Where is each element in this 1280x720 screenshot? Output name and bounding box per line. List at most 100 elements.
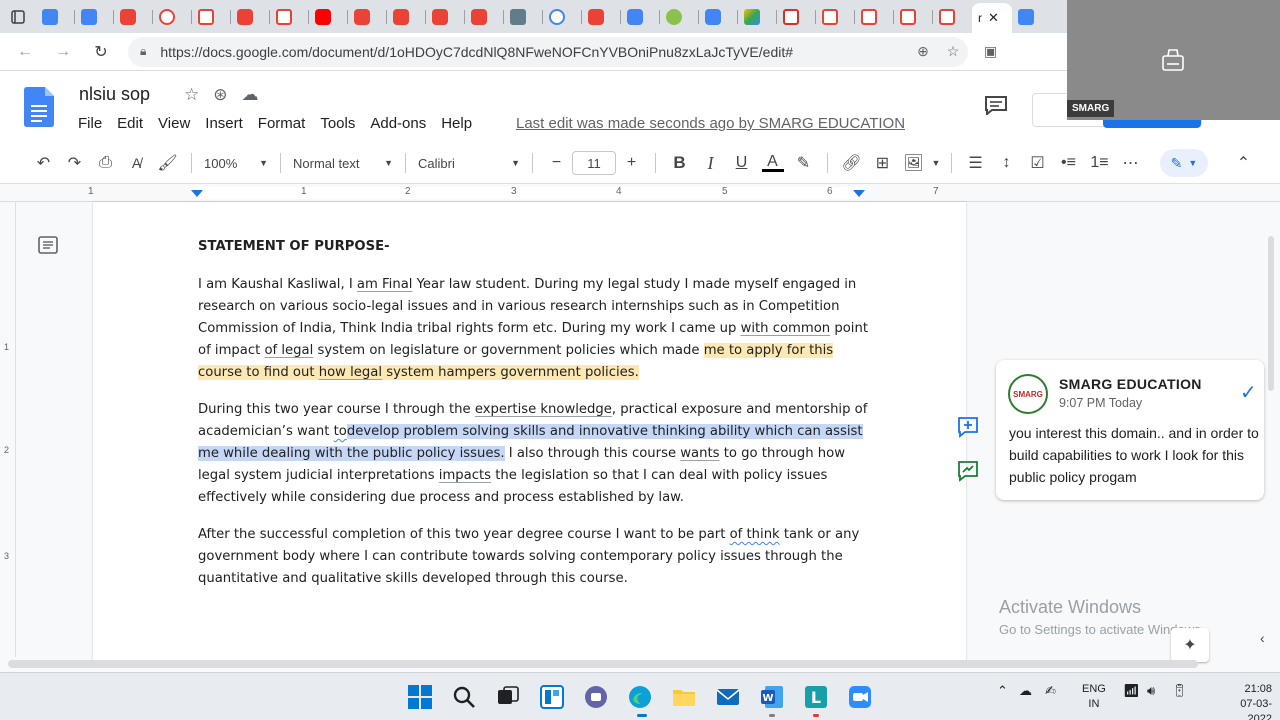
weather-cloud-icon[interactable]: ☁ — [1019, 683, 1032, 699]
undo-icon[interactable]: ↶ — [28, 149, 59, 177]
paragraph-1[interactable]: I am Kaushal Kasliwal, I am Final Year l… — [198, 274, 868, 384]
browser-tab[interactable] — [465, 4, 504, 30]
search-icon[interactable] — [451, 684, 477, 710]
comment-history-icon[interactable] — [984, 95, 1008, 115]
tab-actions-icon[interactable] — [8, 7, 28, 27]
last-edit-link[interactable]: Last edit was made seconds ago by SMARG … — [516, 115, 905, 132]
menu-insert[interactable]: Insert — [205, 115, 243, 132]
comment-card[interactable]: SMARG SMARG EDUCATION 9:07 PM Today ✓ yo… — [996, 360, 1264, 500]
line-spacing-icon[interactable]: ↕ — [991, 149, 1022, 177]
url-text[interactable]: https://docs.google.com/document/d/1oHDO… — [160, 44, 908, 60]
add-comment-icon[interactable] — [956, 415, 980, 439]
align-icon[interactable]: ☰ — [960, 149, 991, 177]
paragraph-2[interactable]: During this two year course I through th… — [198, 399, 868, 509]
decrease-font-size-button[interactable]: − — [541, 149, 572, 177]
browser-tab[interactable] — [309, 4, 348, 30]
browser-tab[interactable] — [816, 4, 855, 30]
bookmark-star-icon[interactable]: ☆ — [938, 43, 968, 60]
browser-tab[interactable] — [426, 4, 465, 30]
system-clock[interactable]: 21:08 07-03-2022 — [1226, 682, 1272, 720]
browser-tab[interactable] — [75, 4, 114, 30]
language-indicator[interactable]: ENG IN — [1082, 682, 1106, 712]
browser-tab[interactable] — [933, 4, 972, 30]
back-arrow-icon[interactable]: ← — [12, 39, 38, 65]
forward-arrow-icon[interactable]: → — [50, 39, 76, 65]
highlight-pen-icon[interactable]: ✎ — [788, 149, 819, 177]
document-title[interactable]: nlsiu sop — [79, 84, 150, 105]
pen-input-icon[interactable]: ✍︎ — [1045, 683, 1056, 699]
explore-button[interactable]: ✦ — [1171, 628, 1209, 662]
side-panel-toggle-icon[interactable]: ‹ — [1260, 630, 1265, 646]
paragraph-3[interactable]: After the successful completion of this … — [198, 524, 868, 590]
editing-mode-button[interactable]: ✎ ▼ — [1160, 149, 1208, 177]
menu-tools[interactable]: Tools — [320, 115, 355, 132]
task-view-icon[interactable] — [495, 684, 521, 710]
text-color-button[interactable]: A — [757, 149, 788, 177]
checklist-icon[interactable]: ☑ — [1022, 149, 1053, 177]
print-icon[interactable]: ⎙ — [90, 149, 121, 177]
browser-tab[interactable] — [777, 4, 816, 30]
numbered-list-icon[interactable]: 1≡ — [1084, 149, 1115, 177]
menu-edit[interactable]: Edit — [117, 115, 143, 132]
browser-tab[interactable] — [699, 4, 738, 30]
menu-help[interactable]: Help — [441, 115, 472, 132]
reload-icon[interactable]: ↻ — [88, 39, 114, 65]
browser-tab[interactable] — [231, 4, 270, 30]
document-body[interactable]: STATEMENT OF PURPOSE- I am Kaushal Kasli… — [198, 236, 868, 605]
star-icon[interactable]: ☆ — [184, 85, 199, 105]
document-outline-icon[interactable] — [38, 236, 58, 254]
browser-tab[interactable] — [855, 4, 894, 30]
browser-tab[interactable] — [738, 4, 777, 30]
browser-tab[interactable] — [36, 4, 75, 30]
recorder-app-icon[interactable]: L — [803, 684, 829, 710]
browser-tab[interactable] — [543, 4, 582, 30]
browser-tab[interactable] — [504, 4, 543, 30]
move-to-folder-icon[interactable]: ⊛ — [213, 85, 227, 105]
mail-icon[interactable] — [715, 684, 741, 710]
url-omnibox[interactable]: 🔒︎ https://docs.google.com/document/d/1o… — [128, 36, 968, 67]
volume-icon[interactable]: 🔊︎ — [1147, 683, 1155, 699]
more-options-icon[interactable]: ⋯ — [1115, 149, 1146, 177]
browser-tab[interactable] — [660, 4, 699, 30]
right-indent-marker[interactable] — [853, 190, 865, 197]
resolve-check-icon[interactable]: ✓ — [1240, 380, 1257, 405]
browser-tab[interactable] — [621, 4, 660, 30]
browser-tab[interactable] — [114, 4, 153, 30]
browser-tab[interactable] — [270, 4, 309, 30]
menu-add-ons[interactable]: Add-ons — [370, 115, 426, 132]
bold-button[interactable]: B — [664, 149, 695, 177]
windows-start-icon[interactable] — [407, 684, 433, 710]
insert-link-icon[interactable]: 🔗︎ — [836, 149, 867, 177]
browser-tab[interactable] — [894, 4, 933, 30]
menu-file[interactable]: File — [78, 115, 102, 132]
vertical-scrollbar[interactable] — [1268, 236, 1274, 391]
underline-button[interactable]: U — [726, 149, 757, 177]
browser-tab[interactable] — [192, 4, 231, 30]
docs-logo-icon[interactable] — [24, 87, 54, 127]
word-icon[interactable]: W — [759, 684, 785, 710]
extension-icon[interactable]: ▣ — [984, 43, 997, 60]
zoom-dropdown[interactable]: 100% ▼ — [200, 156, 272, 171]
redo-icon[interactable]: ↷ — [59, 149, 90, 177]
browser-tab[interactable] — [387, 4, 426, 30]
file-explorer-icon[interactable] — [671, 684, 697, 710]
collapse-menus-icon[interactable]: ⌃ — [1228, 149, 1259, 177]
browser-tab[interactable] — [348, 4, 387, 30]
bulleted-list-icon[interactable]: •≡ — [1053, 149, 1084, 177]
add-comment-icon[interactable]: ⊞ — [867, 149, 898, 177]
font-size-input[interactable]: 11 — [572, 151, 616, 175]
teams-chat-icon[interactable] — [583, 684, 609, 710]
left-indent-marker[interactable] — [191, 190, 203, 197]
wifi-icon[interactable]: 📶︎ — [1123, 683, 1140, 699]
increase-font-size-button[interactable]: + — [616, 149, 647, 177]
browser-tab[interactable] — [153, 4, 192, 30]
insert-image-icon[interactable]: 🖼︎ — [898, 149, 929, 177]
active-browser-tab[interactable]: r ✕ — [972, 3, 1012, 33]
image-dropdown-icon[interactable]: ▼ — [929, 149, 943, 177]
browser-tab[interactable] — [582, 4, 621, 30]
battery-icon[interactable]: 🔋︎ — [1171, 683, 1188, 699]
widgets-icon[interactable] — [539, 684, 565, 710]
browser-tab[interactable] — [1012, 4, 1051, 30]
suggest-edits-icon[interactable] — [956, 459, 980, 483]
tray-overflow-icon[interactable]: ⌃ — [997, 683, 1008, 699]
